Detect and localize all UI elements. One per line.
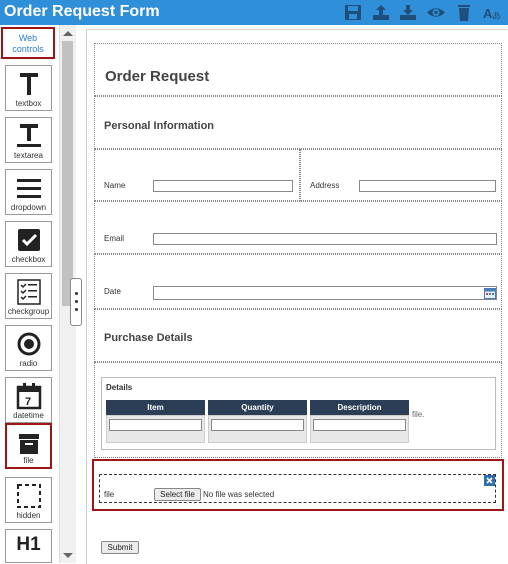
description-input[interactable] — [313, 419, 406, 431]
name-input[interactable] — [153, 180, 293, 192]
dropdown-icon — [16, 179, 41, 198]
web-controls-tab[interactable]: Web controls — [1, 27, 55, 59]
textarea-icon — [16, 124, 41, 147]
section-personal-row[interactable]: Personal Information — [94, 96, 502, 149]
date-row[interactable]: Date — [94, 254, 502, 309]
tool-radio[interactable]: radio — [5, 325, 52, 371]
textbox-icon — [19, 73, 38, 95]
tool-file[interactable]: file — [5, 423, 52, 469]
select-file-button[interactable]: Select file — [154, 488, 201, 501]
table-cell-quantity — [208, 415, 307, 443]
checkgroup-icon — [16, 279, 41, 305]
section-purchase-row[interactable]: Purchase Details — [94, 309, 502, 362]
file-box-icon — [18, 434, 39, 454]
tool-textarea[interactable]: textarea — [5, 117, 52, 163]
date-picker-icon[interactable] — [484, 287, 496, 299]
svg-text:あ: あ — [492, 11, 501, 21]
tool-label: dropdown — [10, 203, 47, 212]
upload-icon[interactable] — [371, 3, 391, 22]
radio-icon — [17, 332, 40, 356]
form-title-row[interactable]: Order Request — [94, 43, 502, 96]
scroll-thumb[interactable] — [62, 41, 73, 306]
calendar-day-text: 7 — [25, 396, 31, 408]
calendar-icon: 7 — [16, 383, 41, 410]
tool-label: textarea — [14, 151, 43, 160]
checkbox-icon — [17, 229, 40, 251]
tool-label: checkgroup — [7, 307, 50, 316]
grip-dot — [75, 300, 78, 303]
table-cell-description — [310, 415, 409, 443]
form-title: Order Request — [105, 68, 210, 85]
email-row[interactable]: Email — [94, 201, 502, 254]
tool-label: radio — [19, 359, 38, 368]
details-label: Details — [106, 383, 133, 392]
date-input[interactable] — [153, 286, 497, 300]
tool-textbox[interactable]: textbox — [5, 65, 52, 111]
tool-label: textbox — [15, 99, 42, 108]
address-label: Address — [310, 181, 340, 190]
delete-icon[interactable] — [454, 3, 474, 22]
date-label: Date — [104, 287, 121, 296]
translate-icon[interactable]: A あ — [482, 3, 502, 22]
table-header-item: Item — [106, 400, 205, 415]
email-label: Email — [104, 234, 125, 243]
name-label: Name — [104, 181, 126, 190]
download-icon[interactable] — [398, 3, 418, 22]
details-trailing-text: file. — [412, 410, 425, 419]
tool-dropdown[interactable]: dropdown — [5, 169, 52, 215]
app-title: Order Request Form — [4, 3, 160, 20]
name-row[interactable]: Name — [94, 149, 300, 201]
email-input[interactable] — [153, 233, 497, 245]
tool-label: hidden — [16, 511, 41, 520]
remove-control-icon[interactable] — [484, 475, 495, 486]
table-header-description: Description — [310, 400, 409, 415]
tool-datetime[interactable]: 7 datetime — [5, 377, 52, 423]
grip-dot — [75, 308, 78, 311]
address-row[interactable]: Address — [300, 149, 502, 201]
submit-button[interactable]: Submit — [101, 541, 139, 554]
section-heading-personal: Personal Information — [104, 120, 215, 132]
address-input[interactable] — [359, 180, 496, 192]
section-heading-purchase: Purchase Details — [104, 332, 193, 344]
tool-label: file — [23, 456, 34, 465]
heading-icon: H1 — [16, 534, 41, 555]
item-input[interactable] — [109, 419, 202, 431]
tool-label: datetime — [13, 411, 44, 420]
tool-checkbox[interactable]: checkbox — [5, 221, 52, 267]
table-cell-item — [106, 415, 205, 443]
tool-heading[interactable]: H1 — [5, 529, 52, 563]
tool-hidden[interactable]: hidden — [5, 477, 52, 523]
file-status-text: No file was selected — [203, 490, 275, 499]
file-label: file — [104, 490, 115, 499]
title-bar: Order Request Form A あ — [0, 0, 508, 25]
quantity-input[interactable] — [211, 419, 304, 431]
table-header-quantity: Quantity — [208, 400, 307, 415]
scroll-up-arrow-icon[interactable] — [63, 31, 73, 36]
save-icon[interactable] — [343, 3, 363, 22]
scroll-down-arrow-icon[interactable] — [63, 553, 73, 558]
preview-icon[interactable] — [426, 3, 446, 22]
panel-splitter[interactable] — [70, 278, 82, 326]
hidden-field-icon — [16, 484, 41, 508]
tool-checkgroup[interactable]: checkgroup — [5, 273, 52, 319]
tool-label: checkbox — [11, 255, 46, 264]
grip-dot — [75, 292, 78, 295]
